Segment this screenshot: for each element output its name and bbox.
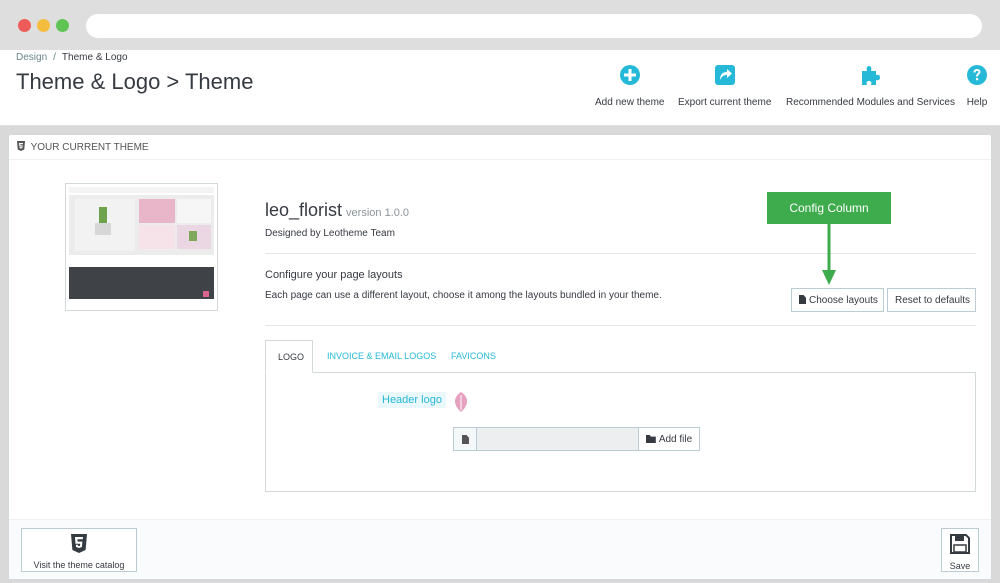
- add-file-label: Add file: [658, 434, 693, 445]
- share-icon: [714, 65, 735, 85]
- breadcrumb-parent[interactable]: Design: [16, 52, 47, 63]
- file-icon: [462, 435, 469, 444]
- export-current-theme-label: Export current theme: [678, 97, 772, 108]
- reset-to-defaults-button[interactable]: Reset to defaults: [887, 288, 976, 312]
- divider: [265, 253, 976, 254]
- file-path-input[interactable]: [476, 427, 639, 451]
- arrow-down-icon: [822, 224, 836, 285]
- add-new-theme-button[interactable]: Add new theme: [595, 64, 665, 110]
- theme-preview-image: [69, 187, 214, 307]
- export-current-theme-button[interactable]: Export current theme: [678, 64, 771, 110]
- plus-circle-icon: [619, 65, 640, 85]
- layouts-description: Each page can use a different layout, ch…: [265, 290, 662, 301]
- save-label: Save: [949, 561, 971, 571]
- window-close-dot[interactable]: [18, 19, 31, 32]
- panel-footer: Visit the theme catalog Save: [9, 519, 991, 579]
- choose-layouts-button[interactable]: Choose layouts: [791, 288, 884, 312]
- file-icon: [799, 295, 806, 304]
- file-upload-group: Add file: [453, 427, 701, 451]
- theme-version: version 1.0.0: [346, 207, 410, 219]
- theme-author: Designed by Leotheme Team: [265, 228, 395, 239]
- question-circle-icon: [967, 65, 987, 85]
- page-header: Design / Theme & Logo Theme & Logo > Theme…: [0, 50, 1000, 126]
- visit-theme-catalog-label: Visit the theme catalog: [33, 560, 125, 570]
- window-minimize-dot[interactable]: [37, 19, 50, 32]
- html5-icon: [17, 141, 25, 151]
- window-maximize-dot[interactable]: [56, 19, 69, 32]
- breadcrumb: Design / Theme & Logo: [16, 52, 128, 63]
- recommended-modules-button[interactable]: Recommended Modules and Services: [786, 64, 955, 110]
- visit-theme-catalog-button[interactable]: Visit the theme catalog: [21, 528, 137, 572]
- recommended-modules-label: Recommended Modules and Services: [786, 97, 955, 108]
- theme-preview-thumbnail: [65, 183, 218, 311]
- html5-icon: [71, 534, 87, 553]
- breadcrumb-separator: /: [53, 52, 56, 63]
- tab-invoice-email-logos[interactable]: INVOICE & EMAIL LOGOS: [315, 340, 448, 373]
- current-theme-panel: YOUR CURRENT THEME leo_florist version 1.…: [8, 134, 992, 580]
- layouts-title: Configure your page layouts: [265, 269, 403, 281]
- save-disk-icon: [950, 534, 970, 554]
- logo-tabs: LOGO INVOICE & EMAIL LOGOS FAVICONS: [265, 340, 976, 373]
- add-file-button[interactable]: Add file: [638, 427, 700, 451]
- breadcrumb-current: Theme & Logo: [61, 52, 128, 63]
- theme-name-text: leo_florist: [265, 200, 343, 220]
- divider: [265, 325, 976, 326]
- add-new-theme-label: Add new theme: [595, 97, 665, 108]
- help-button[interactable]: Help: [966, 64, 988, 110]
- theme-name: leo_florist version 1.0.0: [265, 200, 409, 221]
- logo-tab-pane: Header logo Add file: [265, 372, 976, 492]
- config-column-callout: Config Column: [767, 192, 891, 224]
- address-bar[interactable]: [86, 14, 982, 38]
- panel-heading-text: YOUR CURRENT THEME: [30, 142, 149, 153]
- tab-logo[interactable]: LOGO: [265, 340, 313, 373]
- leaf-logo-icon: [455, 392, 467, 412]
- help-label: Help: [966, 97, 988, 108]
- panel-heading: YOUR CURRENT THEME: [9, 135, 991, 160]
- folder-open-icon: [645, 435, 656, 443]
- header-logo-label: Header logo: [378, 392, 446, 408]
- file-addon: [453, 427, 477, 451]
- puzzle-icon: [862, 66, 881, 85]
- browser-chrome: [0, 0, 1000, 50]
- tab-favicons[interactable]: FAVICONS: [439, 340, 508, 373]
- choose-layouts-label: Choose layouts: [809, 295, 878, 306]
- page-title: Theme & Logo > Theme: [16, 69, 254, 94]
- save-button[interactable]: Save: [941, 528, 979, 572]
